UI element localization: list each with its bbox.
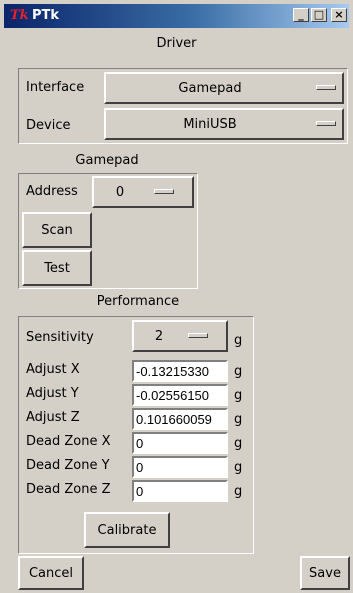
save-button[interactable]: Save bbox=[300, 556, 350, 590]
address-menu-button[interactable]: 0 bbox=[92, 176, 194, 208]
ptk-window: Tk PTk _ □ × Driver Interface Gamepad De… bbox=[0, 0, 353, 593]
tk-logo-icon: Tk bbox=[10, 8, 29, 23]
minimize-button[interactable]: _ bbox=[293, 8, 309, 22]
adjust-z-input[interactable] bbox=[132, 408, 228, 430]
interface-label: Interface bbox=[26, 80, 85, 95]
device-label: Device bbox=[26, 118, 71, 133]
gamepad-section-title: Gamepad bbox=[75, 153, 139, 168]
driver-section-title: Driver bbox=[156, 36, 197, 51]
calibrate-button[interactable]: Calibrate bbox=[84, 512, 170, 548]
test-button[interactable]: Test bbox=[22, 250, 92, 286]
adjust-x-input[interactable] bbox=[132, 360, 228, 382]
window-title: PTk bbox=[32, 8, 60, 23]
scan-button[interactable]: Scan bbox=[22, 212, 92, 248]
dead-zone-z-input[interactable] bbox=[132, 480, 228, 502]
adjust-z-label: Adjust Z bbox=[26, 410, 80, 425]
performance-section-title: Performance bbox=[96, 294, 180, 309]
device-value: MiniUSB bbox=[183, 116, 237, 132]
maximize-button[interactable]: □ bbox=[311, 8, 327, 22]
dead-zone-y-unit: g bbox=[234, 460, 243, 475]
dead-zone-x-unit: g bbox=[234, 436, 243, 451]
title-bar[interactable]: Tk PTk _ □ × bbox=[4, 4, 349, 28]
sensitivity-value: 2 bbox=[154, 328, 164, 344]
adjust-y-label: Adjust Y bbox=[26, 386, 79, 401]
option-menu-indicator-icon bbox=[154, 189, 174, 194]
adjust-y-unit: g bbox=[234, 388, 243, 403]
option-menu-indicator-icon bbox=[316, 121, 336, 126]
sensitivity-unit: g bbox=[234, 333, 243, 348]
sensitivity-label: Sensitivity bbox=[26, 330, 94, 345]
dead-zone-z-unit: g bbox=[234, 484, 243, 499]
address-label: Address bbox=[26, 184, 78, 199]
adjust-y-input[interactable] bbox=[132, 384, 228, 406]
cancel-button[interactable]: Cancel bbox=[18, 556, 84, 590]
interface-menu-button[interactable]: Gamepad bbox=[104, 72, 344, 104]
close-button[interactable]: × bbox=[331, 8, 347, 22]
interface-value: Gamepad bbox=[178, 80, 242, 96]
dead-zone-y-label: Dead Zone Y bbox=[26, 458, 110, 473]
adjust-x-unit: g bbox=[234, 364, 243, 379]
dead-zone-z-label: Dead Zone Z bbox=[26, 482, 111, 497]
dead-zone-x-label: Dead Zone X bbox=[26, 434, 111, 449]
adjust-z-unit: g bbox=[234, 412, 243, 427]
adjust-x-label: Adjust X bbox=[26, 362, 80, 377]
option-menu-indicator-icon bbox=[188, 333, 208, 338]
device-menu-button[interactable]: MiniUSB bbox=[104, 108, 344, 140]
option-menu-indicator-icon bbox=[316, 85, 336, 90]
sensitivity-menu-button[interactable]: 2 bbox=[132, 320, 228, 352]
dead-zone-y-input[interactable] bbox=[132, 456, 228, 478]
address-value: 0 bbox=[115, 184, 125, 200]
dead-zone-x-input[interactable] bbox=[132, 432, 228, 454]
